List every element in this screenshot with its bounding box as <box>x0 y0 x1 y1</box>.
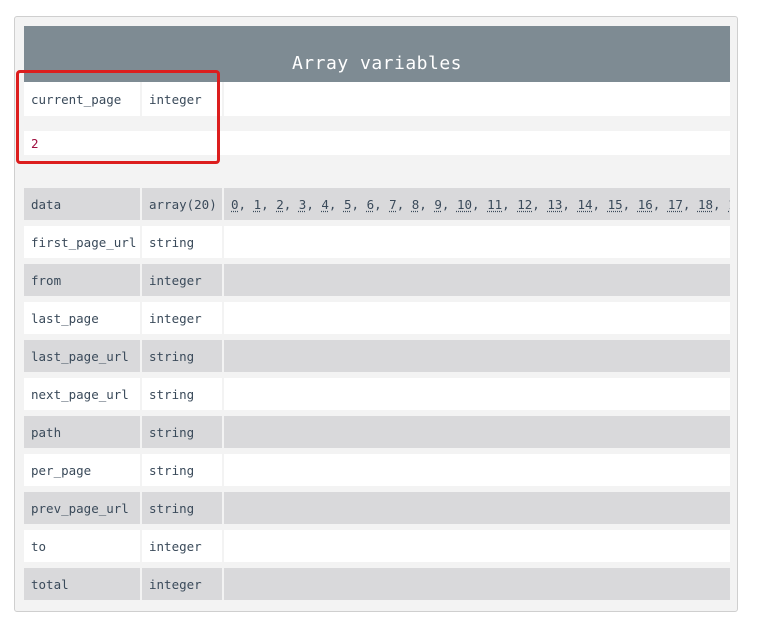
array-item-link[interactable]: 7 <box>389 197 397 212</box>
var-name-prev-page-url: prev_page_url <box>24 492 140 524</box>
array-item-link[interactable]: 6 <box>367 197 375 212</box>
var-value-next-page-url <box>224 378 730 410</box>
var-name-first-page-url: first_page_url <box>24 226 140 258</box>
var-value-path <box>224 416 730 448</box>
data-array-values: 0, 1, 2, 3, 4, 5, 6, 7, 8, 9, 10, 11, 12… <box>224 188 730 220</box>
array-separator: , <box>652 196 668 212</box>
var-name-last-page: last_page <box>24 302 140 334</box>
array-item-link[interactable]: 11 <box>487 197 502 212</box>
array-separator: , <box>622 196 638 212</box>
array-item-link[interactable]: 3 <box>299 197 307 212</box>
panel-title-text: Array variables <box>291 53 463 74</box>
array-item-link[interactable]: 2 <box>276 197 284 212</box>
var-name-last-page-url: last_page_url <box>24 340 140 372</box>
var-name-to: to <box>24 530 140 562</box>
var-type-first-page-url: string <box>142 226 222 258</box>
var-type-total: integer <box>142 568 222 600</box>
var-type-next-page-url: string <box>142 378 222 410</box>
var-type-last-page: integer <box>142 302 222 334</box>
array-item-link[interactable]: 8 <box>412 197 420 212</box>
array-separator: , <box>351 196 367 212</box>
var-name-path: path <box>24 416 140 448</box>
array-item-link[interactable]: 10 <box>457 197 472 212</box>
array-separator: , <box>532 196 548 212</box>
array-item-link[interactable]: 15 <box>608 197 623 212</box>
var-value-last-page <box>224 302 730 334</box>
var-value-per-page <box>224 454 730 486</box>
var-value-first-page-url <box>224 226 730 258</box>
array-separator: , <box>441 196 457 212</box>
array-separator: , <box>502 196 518 212</box>
array-item-link[interactable]: 0 <box>231 197 239 212</box>
var-value-prev-page-url <box>224 492 730 524</box>
array-separator: , <box>592 196 608 212</box>
array-item-link[interactable]: 13 <box>547 197 562 212</box>
var-value-total <box>224 568 730 600</box>
array-item-link[interactable]: 5 <box>344 197 352 212</box>
var-name-total: total <box>24 568 140 600</box>
array-item-link[interactable]: 9 <box>434 197 442 212</box>
array-item-link[interactable]: 12 <box>517 197 532 212</box>
var-type-from: integer <box>142 264 222 296</box>
array-separator: , <box>283 196 299 212</box>
var-type-per-page: string <box>142 454 222 486</box>
array-separator: , <box>713 196 729 212</box>
array-item-link[interactable]: 14 <box>577 197 592 212</box>
var-value-current-page <box>224 82 730 116</box>
array-item-link[interactable]: 16 <box>638 197 653 212</box>
array-separator: , <box>238 196 254 212</box>
var-value-from <box>224 264 730 296</box>
array-separator: , <box>306 196 322 212</box>
array-separator: , <box>261 196 277 212</box>
array-separator: , <box>419 196 435 212</box>
var-type-prev-page-url: string <box>142 492 222 524</box>
array-separator: , <box>472 196 488 212</box>
var-type-to: integer <box>142 530 222 562</box>
array-separator: , <box>562 196 578 212</box>
var-type-data: array(20) <box>142 188 222 220</box>
var-value-to <box>224 530 730 562</box>
array-item-link[interactable]: 4 <box>321 197 329 212</box>
var-name-next-page-url: next_page_url <box>24 378 140 410</box>
array-item-link[interactable]: 1 <box>254 197 262 212</box>
highlight-box <box>16 70 220 164</box>
var-name-data: data <box>24 188 140 220</box>
array-separator: , <box>682 196 698 212</box>
array-separator: , <box>328 196 344 212</box>
array-item-link[interactable]: 17 <box>668 197 683 212</box>
var-value-last-page-url <box>224 340 730 372</box>
var-type-last-page-url: string <box>142 340 222 372</box>
var-type-path: string <box>142 416 222 448</box>
array-separator: , <box>374 196 390 212</box>
var-name-per-page: per_page <box>24 454 140 486</box>
var-name-from: from <box>24 264 140 296</box>
array-item-link[interactable]: 19 <box>728 197 730 212</box>
array-separator: , <box>396 196 412 212</box>
array-item-link[interactable]: 18 <box>698 197 713 212</box>
